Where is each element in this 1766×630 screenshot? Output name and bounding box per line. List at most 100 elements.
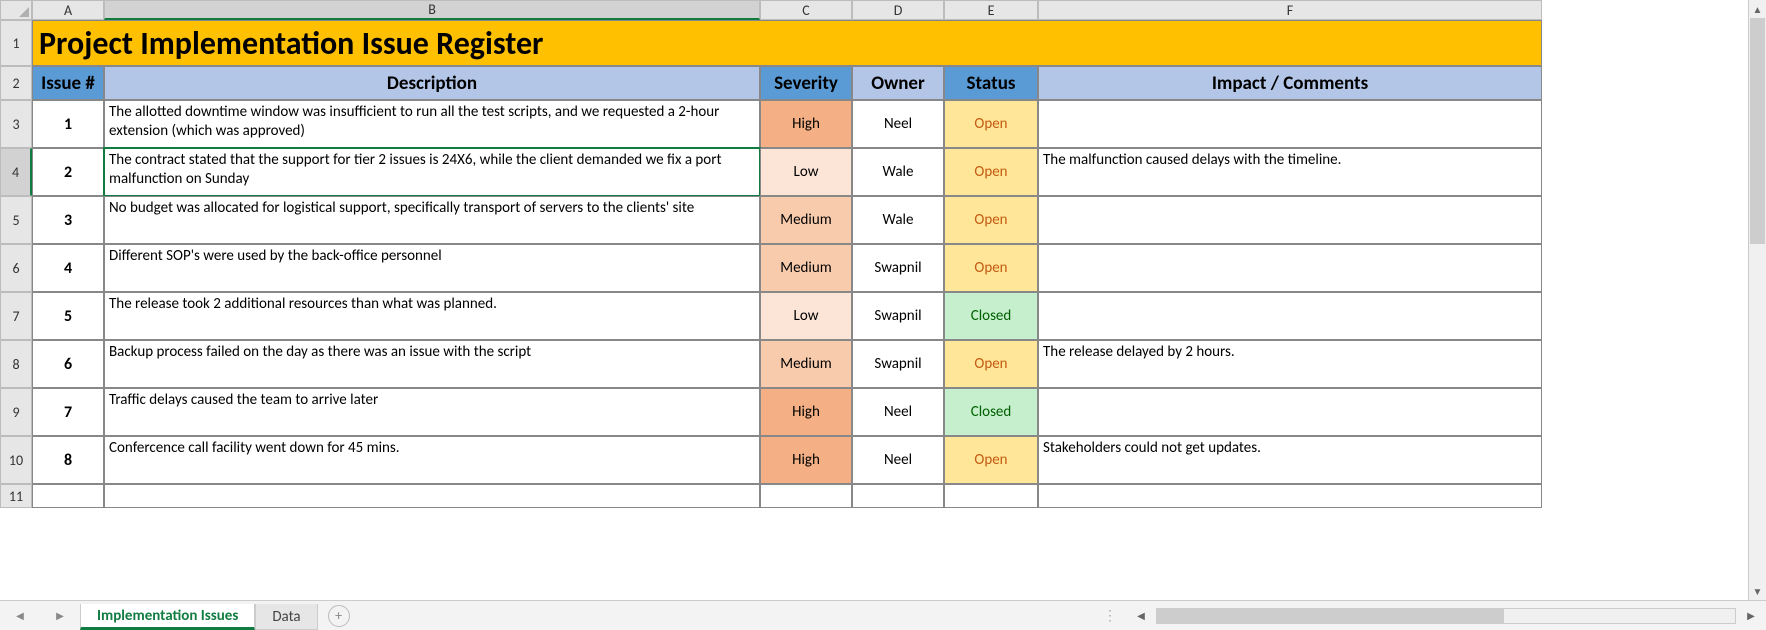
col-header-f[interactable]: F (1038, 0, 1542, 20)
cell-impact[interactable] (1038, 196, 1542, 244)
cell-description[interactable]: Backup process failed on the day as ther… (104, 340, 760, 388)
cell-issue-num[interactable]: 4 (32, 244, 104, 292)
row-header-3[interactable]: 3 (0, 100, 32, 148)
add-sheet-button[interactable]: + (328, 605, 350, 627)
header-status[interactable]: Status (944, 66, 1038, 100)
row-header-1[interactable]: 1 (0, 20, 32, 66)
cell-severity[interactable]: Low (760, 148, 852, 196)
col-header-d[interactable]: D (852, 0, 944, 20)
cell-description-selected[interactable]: The contract stated that the support for… (104, 148, 760, 196)
empty-cell[interactable] (104, 484, 760, 508)
cell-owner[interactable]: Swapnil (852, 244, 944, 292)
row-header-7[interactable]: 7 (0, 292, 32, 340)
cell-impact[interactable]: The release delayed by 2 hours. (1038, 340, 1542, 388)
cell-severity[interactable]: Medium (760, 340, 852, 388)
cell-status[interactable]: Open (944, 340, 1038, 388)
col-header-a[interactable]: A (32, 0, 104, 20)
cell-owner[interactable]: Neel (852, 100, 944, 148)
cell-description[interactable]: Confercence call facility went down for … (104, 436, 760, 484)
cell-severity[interactable]: Medium (760, 244, 852, 292)
row-header-6[interactable]: 6 (0, 244, 32, 292)
cell-issue-num[interactable]: 6 (32, 340, 104, 388)
sheet-tabs: Implementation Issues Data (80, 601, 318, 630)
cell-status[interactable]: Closed (944, 388, 1038, 436)
cell-issue-num[interactable]: 3 (32, 196, 104, 244)
grid: A B C D E F 1 Project Implementation Iss… (0, 0, 1766, 508)
sheet-nav-next-icon[interactable]: ▶ (52, 605, 68, 626)
cell-status[interactable]: Open (944, 148, 1038, 196)
scroll-left-icon[interactable]: ◀ (1132, 607, 1150, 625)
cell-impact[interactable] (1038, 292, 1542, 340)
cell-severity[interactable]: High (760, 436, 852, 484)
header-description[interactable]: Description (104, 66, 760, 100)
cell-status[interactable]: Open (944, 100, 1038, 148)
cell-description[interactable]: Different SOP's were used by the back-of… (104, 244, 760, 292)
empty-cell[interactable] (852, 484, 944, 508)
scroll-up-icon[interactable]: ▲ (1749, 0, 1766, 18)
cell-status[interactable]: Open (944, 436, 1038, 484)
header-severity[interactable]: Severity (760, 66, 852, 100)
cell-impact[interactable]: Stakeholders could not get updates. (1038, 436, 1542, 484)
cell-severity[interactable]: Low (760, 292, 852, 340)
cell-owner[interactable]: Wale (852, 196, 944, 244)
plus-icon: + (335, 607, 342, 624)
scroll-down-icon[interactable]: ▼ (1749, 582, 1766, 600)
col-header-c[interactable]: C (760, 0, 852, 20)
cell-owner[interactable]: Neel (852, 436, 944, 484)
sheet-tab[interactable]: Data (255, 604, 317, 630)
cell-severity[interactable]: High (760, 100, 852, 148)
sheet-tab-active[interactable]: Implementation Issues (80, 604, 255, 630)
tab-splitter-icon[interactable]: ⋮ (1095, 607, 1126, 624)
cell-description[interactable]: The release took 2 additional resources … (104, 292, 760, 340)
row-header-2[interactable]: 2 (0, 66, 32, 100)
col-header-e[interactable]: E (944, 0, 1038, 20)
cell-impact[interactable]: The malfunction caused delays with the t… (1038, 148, 1542, 196)
sheet-nav-prev-icon[interactable]: ◀ (12, 605, 28, 626)
cell-description[interactable]: The allotted downtime window was insuffi… (104, 100, 760, 148)
select-all-corner[interactable] (0, 0, 32, 20)
cell-impact[interactable] (1038, 388, 1542, 436)
cell-status[interactable]: Open (944, 196, 1038, 244)
vertical-scrollbar[interactable]: ▲ ▼ (1748, 0, 1766, 600)
row-header-10[interactable]: 10 (0, 436, 32, 484)
cell-owner[interactable]: Wale (852, 148, 944, 196)
row-header-4[interactable]: 4 (0, 148, 32, 196)
cell-issue-num[interactable]: 7 (32, 388, 104, 436)
header-impact[interactable]: Impact / Comments (1038, 66, 1542, 100)
cell-issue-num[interactable]: 2 (32, 148, 104, 196)
cell-impact[interactable] (1038, 244, 1542, 292)
h-scroll-thumb[interactable] (1157, 609, 1504, 623)
cell-issue-num[interactable]: 8 (32, 436, 104, 484)
empty-cell[interactable] (760, 484, 852, 508)
sheet-tab-bar: ◀ ▶ Implementation Issues Data + ⋮ ◀ ▶ (0, 600, 1766, 630)
h-scroll-track[interactable] (1156, 608, 1736, 624)
cell-description[interactable]: No budget was allocated for logistical s… (104, 196, 760, 244)
title-cell[interactable]: Project Implementation Issue Register (32, 20, 1542, 66)
empty-cell[interactable] (32, 484, 104, 508)
cell-severity[interactable]: Medium (760, 196, 852, 244)
empty-cell[interactable] (944, 484, 1038, 508)
header-owner[interactable]: Owner (852, 66, 944, 100)
row-header-8[interactable]: 8 (0, 340, 32, 388)
cell-status[interactable]: Open (944, 244, 1038, 292)
row-header-11[interactable]: 11 (0, 484, 32, 508)
cell-status[interactable]: Closed (944, 292, 1038, 340)
scroll-right-icon[interactable]: ▶ (1742, 607, 1760, 625)
spreadsheet: A B C D E F 1 Project Implementation Iss… (0, 0, 1766, 600)
cell-owner[interactable]: Swapnil (852, 292, 944, 340)
row-header-9[interactable]: 9 (0, 388, 32, 436)
cell-severity[interactable]: High (760, 388, 852, 436)
title-text: Project Implementation Issue Register (39, 24, 543, 63)
cell-issue-num[interactable]: 5 (32, 292, 104, 340)
empty-cell[interactable] (1038, 484, 1542, 508)
v-scroll-track[interactable] (1749, 18, 1766, 582)
cell-owner[interactable]: Neel (852, 388, 944, 436)
cell-issue-num[interactable]: 1 (32, 100, 104, 148)
cell-description[interactable]: Traffic delays caused the team to arrive… (104, 388, 760, 436)
header-issue[interactable]: Issue # (32, 66, 104, 100)
col-header-b[interactable]: B (104, 0, 760, 20)
cell-owner[interactable]: Swapnil (852, 340, 944, 388)
cell-impact[interactable] (1038, 100, 1542, 148)
row-header-5[interactable]: 5 (0, 196, 32, 244)
v-scroll-thumb[interactable] (1750, 18, 1765, 244)
